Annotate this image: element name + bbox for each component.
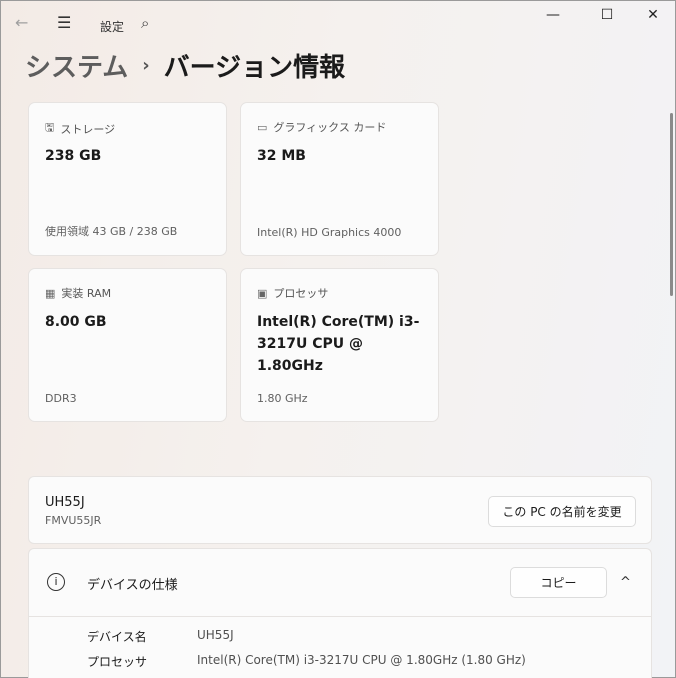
card-value: 32 MB: [257, 148, 306, 164]
spec-value: Intel(R) Core(TM) i3-3217U CPU @ 1.80GHz…: [197, 653, 526, 667]
card-label: プロセッサ: [273, 287, 329, 300]
chevron-up-icon[interactable]: ^: [620, 575, 631, 590]
minimize-button[interactable]: —: [533, 7, 573, 23]
card-label: グラフィックス カード: [273, 121, 387, 134]
specs-title: デバイスの仕様: [87, 578, 178, 593]
specs-header[interactable]: i デバイスの仕様 コピー ^: [29, 549, 651, 617]
card-label: ストレージ: [60, 122, 116, 136]
page-title: バージョン情報: [163, 53, 346, 83]
title-bar: ← ☰ 設定 ⌕ — ☐ ✕: [1, 1, 675, 49]
card-value: 238 GB: [45, 148, 102, 164]
scrollbar-thumb[interactable]: [670, 113, 673, 296]
search-icon[interactable]: ⌕: [141, 14, 149, 32]
card-value: 8.00 GB: [45, 314, 107, 330]
back-icon[interactable]: ←: [15, 13, 28, 32]
spec-row: デバイス名 UH55J: [87, 628, 234, 645]
processor-icon: ▣: [257, 286, 268, 300]
chevron-right-icon: ›: [142, 55, 150, 76]
processor-card: ▣ プロセッサ Intel(R) Core(TM) i3-3217U CPU @ …: [240, 268, 439, 422]
spec-row: プロセッサ Intel(R) Core(TM) i3-3217U CPU @ 1…: [87, 653, 526, 670]
display-icon: ▭: [257, 120, 268, 134]
device-model: FMVU55JR: [45, 514, 102, 527]
breadcrumb: システム › バージョン情報: [25, 47, 345, 84]
card-sub: Intel(R) HD Graphics 4000: [257, 226, 402, 239]
card-sub: DDR3: [45, 392, 77, 405]
card-value: Intel(R) Core(TM) i3-3217U CPU @ 1.80GHz: [257, 314, 420, 374]
info-icon: i: [47, 573, 65, 591]
maximize-button[interactable]: ☐: [587, 7, 627, 23]
breadcrumb-system[interactable]: システム: [25, 47, 128, 84]
spec-key: デバイス名: [87, 630, 147, 644]
device-name-panel: UH55J FMVU55JR この PC の名前を変更: [28, 476, 652, 544]
card-sub: 使用領域 43 GB / 238 GB: [45, 225, 178, 238]
ram-card: ▦ 実装 RAM 8.00 GB DDR3: [28, 268, 227, 422]
rename-pc-button[interactable]: この PC の名前を変更: [488, 496, 636, 527]
storage-card: 🖫 ストレージ 238 GB 使用領域 43 GB / 238 GB: [28, 102, 227, 256]
storage-icon: 🖫: [45, 121, 55, 134]
close-button[interactable]: ✕: [633, 7, 673, 23]
copy-button[interactable]: コピー: [510, 567, 607, 598]
menu-icon[interactable]: ☰: [57, 13, 71, 32]
card-sub: 1.80 GHz: [257, 392, 308, 405]
spec-key: プロセッサ: [87, 655, 148, 669]
memory-icon: ▦: [45, 286, 56, 300]
spec-value: UH55J: [197, 628, 234, 642]
graphics-card: ▭ グラフィックス カード 32 MB Intel(R) HD Graphics …: [240, 102, 439, 256]
app-title: 設定: [100, 20, 125, 34]
card-label: 実装 RAM: [61, 287, 112, 300]
device-name: UH55J: [45, 495, 85, 510]
